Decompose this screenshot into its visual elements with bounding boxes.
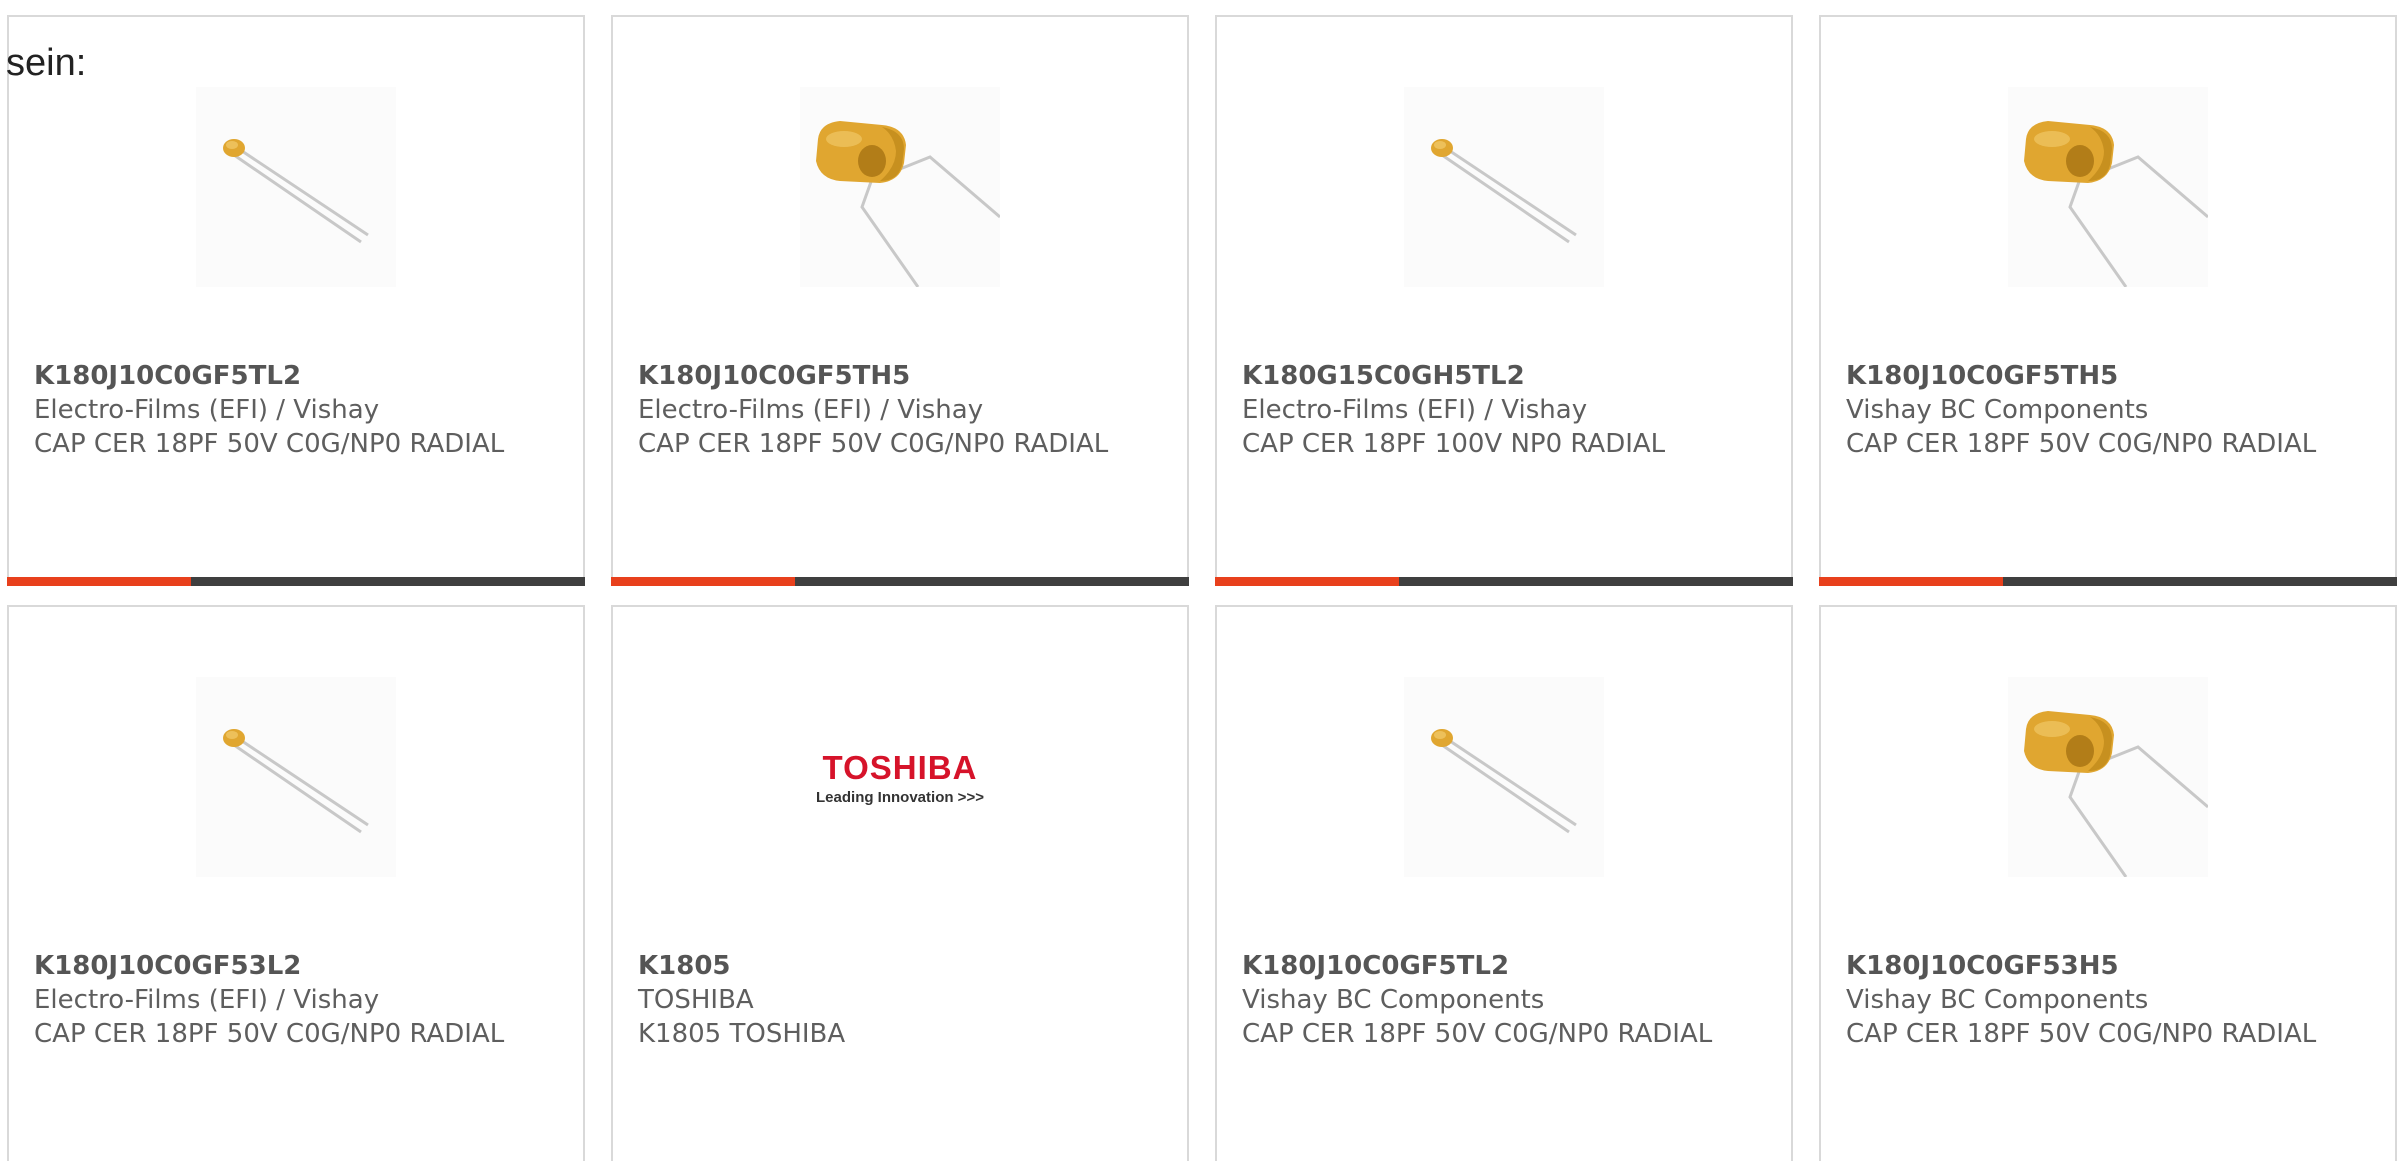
card-accent-bar [1215, 577, 1399, 586]
product-description: CAP CER 18PF 50V C0G/NP0 RADIAL [1846, 429, 2317, 459]
product-description: CAP CER 18PF 50V C0G/NP0 RADIAL [1846, 1019, 2317, 1049]
card-accent-bar [611, 577, 795, 586]
intro-text: sein: [6, 42, 87, 84]
product-description: K1805 TOSHIBA [638, 1019, 846, 1049]
product-image[interactable] [2008, 87, 2208, 287]
product-info: K180J10C0GF5TH5 Vishay BC Components CAP… [1846, 359, 2375, 461]
product-description: CAP CER 18PF 100V NP0 RADIAL [1242, 429, 1666, 459]
product-image[interactable] [1404, 677, 1604, 877]
card-bottom-bar [1215, 577, 1793, 586]
part-number-link[interactable]: K180J10C0GF53H5 [1846, 949, 2375, 983]
part-number-link[interactable]: K1805 [638, 949, 1167, 983]
toshiba-logo[interactable]: TOSHIBA Leading Innovation >>> [800, 677, 1000, 877]
product-description: CAP CER 18PF 50V C0G/NP0 RADIAL [638, 429, 1109, 459]
card-accent-bar [7, 577, 191, 586]
product-image[interactable] [1404, 87, 1604, 287]
card-accent-bar [1819, 577, 2003, 586]
toshiba-brand-text: TOSHIBA [822, 749, 978, 786]
product-info: K1805 TOSHIBA K1805 TOSHIBA [638, 949, 1167, 1051]
manufacturer-name: TOSHIBA [638, 985, 754, 1015]
large-radial-capacitor-icon [2024, 121, 2208, 287]
small-radial-capacitor-icon [223, 139, 369, 244]
product-card[interactable]: K180J10C0GF5TL2 Vishay BC Components CAP… [1215, 605, 1793, 1161]
product-info: K180J10C0GF5TL2 Electro-Films (EFI) / Vi… [34, 359, 563, 461]
card-bottom-bar [7, 577, 585, 586]
product-image[interactable] [800, 87, 1000, 287]
product-card[interactable]: K180J10C0GF53L2 Electro-Films (EFI) / Vi… [7, 605, 585, 1161]
large-radial-capacitor-icon [816, 121, 1000, 287]
manufacturer-name: Electro-Films (EFI) / Vishay [34, 395, 380, 425]
product-image[interactable] [196, 87, 396, 287]
product-info: K180J10C0GF5TH5 Electro-Films (EFI) / Vi… [638, 359, 1167, 461]
manufacturer-name: Electro-Films (EFI) / Vishay [34, 985, 380, 1015]
card-bottom-bar [1819, 577, 2397, 586]
part-number-link[interactable]: K180G15C0GH5TL2 [1242, 359, 1771, 393]
part-number-link[interactable]: K180J10C0GF5TH5 [638, 359, 1167, 393]
part-number-link[interactable]: K180J10C0GF5TH5 [1846, 359, 2375, 393]
product-description: CAP CER 18PF 50V C0G/NP0 RADIAL [1242, 1019, 1713, 1049]
large-radial-capacitor-icon [2024, 711, 2208, 877]
part-number-link[interactable]: K180J10C0GF5TL2 [1242, 949, 1771, 983]
product-card[interactable]: K180J10C0GF5TH5 Electro-Films (EFI) / Vi… [611, 15, 1189, 586]
product-card[interactable]: K180G15C0GH5TL2 Electro-Films (EFI) / Vi… [1215, 15, 1793, 586]
product-card[interactable]: K180J10C0GF53H5 Vishay BC Components CAP… [1819, 605, 2397, 1161]
part-number-link[interactable]: K180J10C0GF5TL2 [34, 359, 563, 393]
product-card[interactable]: K180J10C0GF5TH5 Vishay BC Components CAP… [1819, 15, 2397, 586]
manufacturer-name: Vishay BC Components [1846, 395, 2149, 425]
small-radial-capacitor-icon [1431, 729, 1577, 834]
product-description: CAP CER 18PF 50V C0G/NP0 RADIAL [34, 1019, 505, 1049]
product-grid-page: sein: K180J10C0GF5TL2 Electro-Films (EFI… [0, 0, 2400, 1161]
product-card[interactable]: K180J10C0GF5TL2 Electro-Films (EFI) / Vi… [7, 15, 585, 586]
card-bottom-bar [611, 577, 1189, 586]
manufacturer-name: Electro-Films (EFI) / Vishay [1242, 395, 1588, 425]
product-info: K180J10C0GF53L2 Electro-Films (EFI) / Vi… [34, 949, 563, 1051]
manufacturer-name: Electro-Films (EFI) / Vishay [638, 395, 984, 425]
product-info: K180J10C0GF5TL2 Vishay BC Components CAP… [1242, 949, 1771, 1051]
product-card[interactable]: TOSHIBA Leading Innovation >>> K1805 TOS… [611, 605, 1189, 1161]
product-info: K180J10C0GF53H5 Vishay BC Components CAP… [1846, 949, 2375, 1051]
product-grid: K180J10C0GF5TL2 Electro-Films (EFI) / Vi… [0, 0, 2400, 1161]
manufacturer-name: Vishay BC Components [1846, 985, 2149, 1015]
product-image[interactable] [196, 677, 396, 877]
small-radial-capacitor-icon [223, 729, 369, 834]
product-image[interactable] [2008, 677, 2208, 877]
small-radial-capacitor-icon [1431, 139, 1577, 244]
toshiba-tagline: Leading Innovation >>> [816, 789, 984, 806]
product-description: CAP CER 18PF 50V C0G/NP0 RADIAL [34, 429, 505, 459]
product-info: K180G15C0GH5TL2 Electro-Films (EFI) / Vi… [1242, 359, 1771, 461]
part-number-link[interactable]: K180J10C0GF53L2 [34, 949, 563, 983]
manufacturer-name: Vishay BC Components [1242, 985, 1545, 1015]
